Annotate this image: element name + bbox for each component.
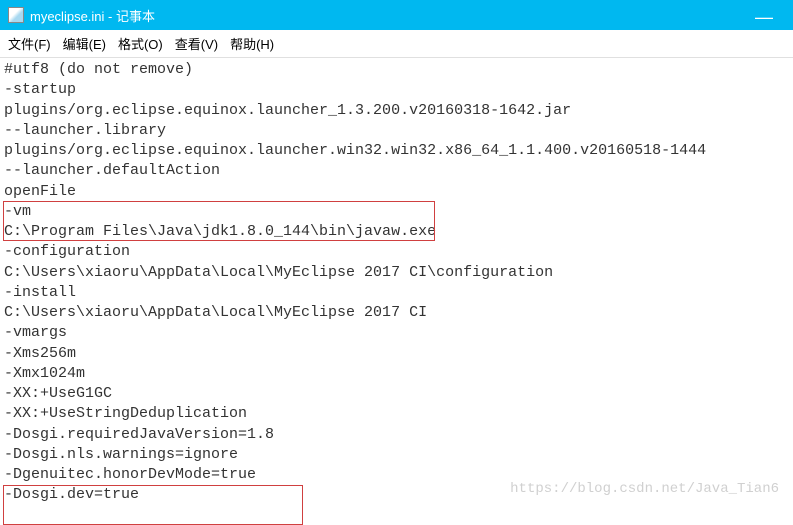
text-line: -Xms256m <box>4 344 789 364</box>
menu-edit[interactable]: 编辑(E) <box>63 34 106 53</box>
text-line: -vmargs <box>4 323 789 343</box>
text-line: -vm <box>4 202 789 222</box>
text-line: -XX:+UseStringDeduplication <box>4 404 789 424</box>
text-line: -XX:+UseG1GC <box>4 384 789 404</box>
text-line: -Dosgi.requiredJavaVersion=1.8 <box>4 425 789 445</box>
text-line: --launcher.defaultAction <box>4 161 789 181</box>
text-line: -Dosgi.nls.warnings=ignore <box>4 445 789 465</box>
text-line: -Xmx1024m <box>4 364 789 384</box>
text-line: -configuration <box>4 242 789 262</box>
minimize-button[interactable]: — <box>755 8 773 26</box>
menubar: 文件(F) 编辑(E) 格式(O) 查看(V) 帮助(H) <box>0 30 793 58</box>
text-line: plugins/org.eclipse.equinox.launcher.win… <box>4 141 789 161</box>
text-line: #utf8 (do not remove) <box>4 60 789 80</box>
text-line: C:\Users\xiaoru\AppData\Local\MyEclipse … <box>4 303 789 323</box>
watermark: https://blog.csdn.net/Java_Tian6 <box>510 481 779 497</box>
window-title: myeclipse.ini - 记事本 <box>30 6 155 25</box>
text-line: --launcher.library <box>4 121 789 141</box>
text-content[interactable]: #utf8 (do not remove) -startup plugins/o… <box>0 58 793 508</box>
menu-file[interactable]: 文件(F) <box>8 34 51 53</box>
titlebar: myeclipse.ini - 记事本 — <box>0 0 793 30</box>
menu-help[interactable]: 帮助(H) <box>230 34 274 53</box>
text-line: openFile <box>4 182 789 202</box>
menu-format[interactable]: 格式(O) <box>118 34 163 53</box>
text-line: -install <box>4 283 789 303</box>
menu-view[interactable]: 查看(V) <box>175 34 218 53</box>
text-line: plugins/org.eclipse.equinox.launcher_1.3… <box>4 101 789 121</box>
text-line: C:\Users\xiaoru\AppData\Local\MyEclipse … <box>4 263 789 283</box>
text-line: -startup <box>4 80 789 100</box>
notepad-icon <box>8 7 24 23</box>
text-line: C:\Program Files\Java\jdk1.8.0_144\bin\j… <box>4 222 789 242</box>
